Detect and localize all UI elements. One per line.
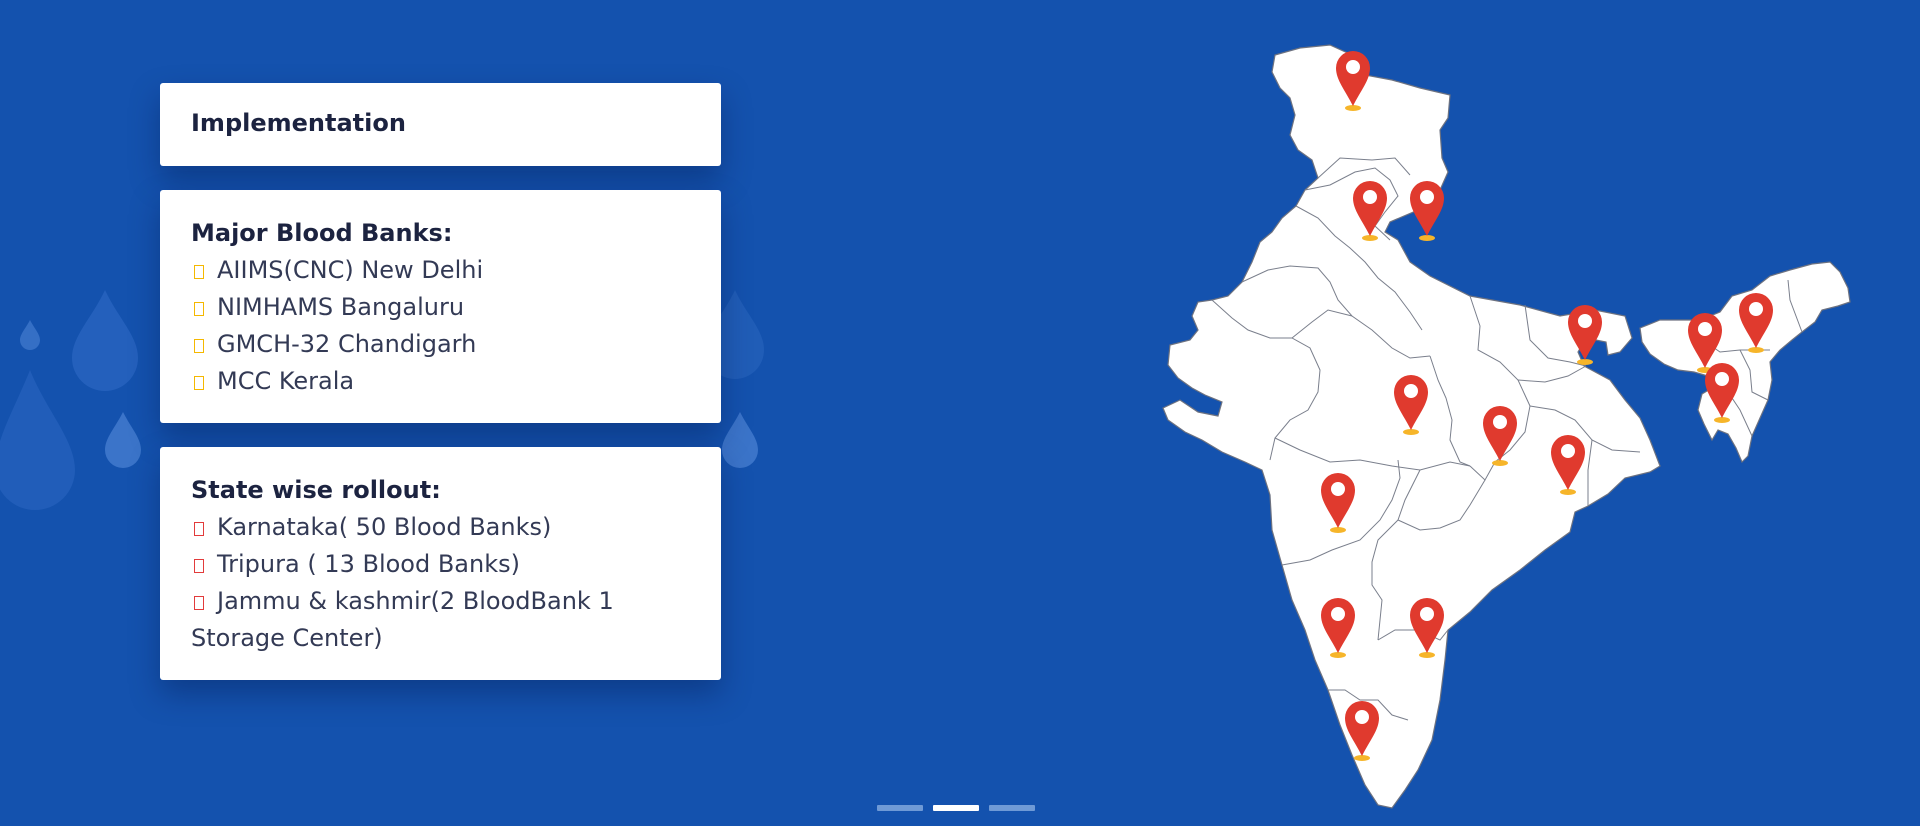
list-item: Tripura ( 13 Blood Banks): [191, 546, 690, 583]
state-rollout-heading: State wise rollout:: [191, 476, 441, 504]
blood-banks-heading: Major Blood Banks:: [191, 219, 453, 247]
carousel-dot-1[interactable]: [877, 805, 923, 811]
carousel-dot-2[interactable]: [933, 805, 979, 811]
square-outline-icon: [194, 265, 204, 279]
list-item-label: MCC Kerala: [217, 367, 355, 395]
carousel-dot-3[interactable]: [989, 805, 1035, 811]
list-item: GMCH-32 Chandigarh: [191, 326, 690, 363]
map-pin-icon: [1410, 181, 1444, 241]
blood-drop-icon: [105, 412, 141, 468]
list-item-label: Tripura ( 13 Blood Banks): [217, 550, 520, 578]
list-item: Karnataka( 50 Blood Banks): [191, 509, 690, 546]
blood-drop-icon: [20, 320, 40, 350]
blood-drop-icon: [0, 370, 75, 510]
square-outline-icon: [194, 302, 204, 316]
blood-drop-icon: [72, 290, 138, 391]
list-item-label: Karnataka( 50 Blood Banks): [217, 513, 552, 541]
implementation-card: Implementation: [160, 83, 721, 166]
major-blood-banks-card: Major Blood Banks: AIIMS(CNC) New Delhi …: [160, 190, 721, 423]
square-outline-icon: [194, 376, 204, 390]
square-outline-icon: [194, 522, 204, 536]
india-map: [1162, 44, 1851, 809]
list-item: MCC Kerala: [191, 363, 690, 400]
square-outline-icon: [194, 596, 204, 610]
blood-drop-icon: [722, 412, 758, 468]
list-item: Jammu & kashmir(2 BloodBank 1 Storage Ce…: [191, 583, 690, 657]
list-item-label: GMCH-32 Chandigarh: [217, 330, 477, 358]
state-rollout-card: State wise rollout: Karnataka( 50 Blood …: [160, 447, 721, 680]
square-outline-icon: [194, 339, 204, 353]
list-item-label: NIMHAMS Bangaluru: [217, 293, 465, 321]
list-item-label: AIIMS(CNC) New Delhi: [217, 256, 484, 284]
square-outline-icon: [194, 559, 204, 573]
list-item: AIIMS(CNC) New Delhi: [191, 252, 690, 289]
list-item: NIMHAMS Bangaluru: [191, 289, 690, 326]
list-item-label: Jammu & kashmir(2 BloodBank 1 Storage Ce…: [191, 587, 614, 652]
implementation-title: Implementation: [191, 109, 406, 137]
